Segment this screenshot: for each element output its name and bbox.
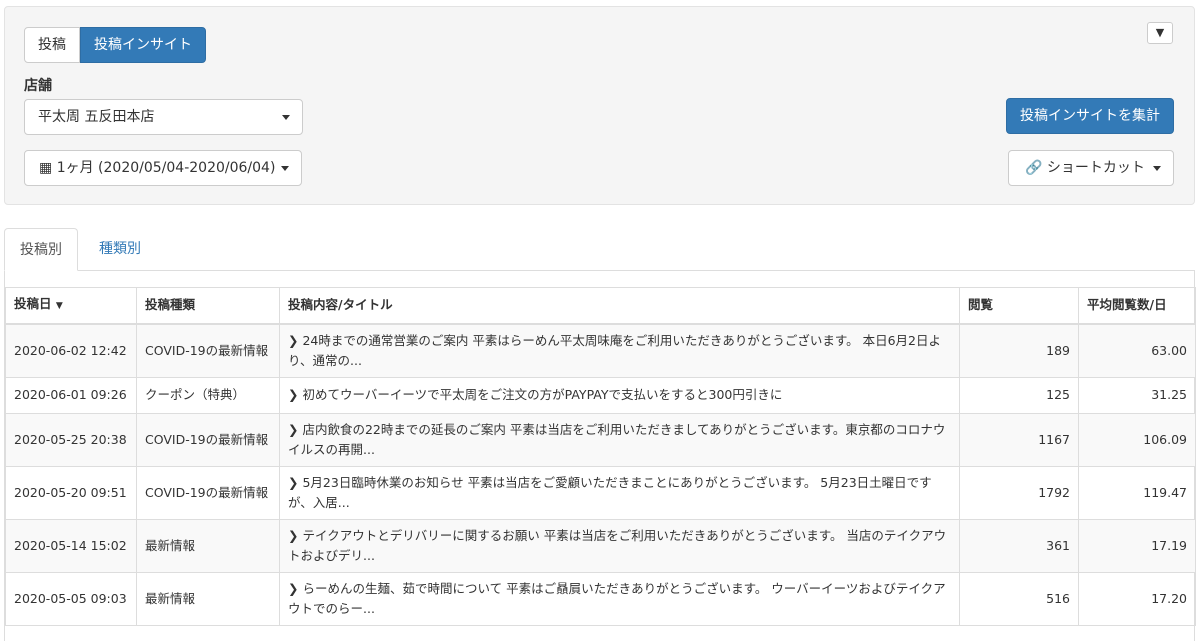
store-value: 平太周 五反田本店 xyxy=(38,109,155,125)
header-avg: 平均閲覧数/日 xyxy=(1078,287,1196,325)
post-type: クーポン（特典） xyxy=(136,376,280,414)
date-range-value: 1ヶ月 (2020/05/04-2020/06/04) xyxy=(56,160,276,176)
avg-views: 119.47 xyxy=(1078,465,1196,520)
avg-views: 31.25 xyxy=(1078,376,1196,414)
avg-views: 63.00 xyxy=(1078,323,1196,378)
views: 1167 xyxy=(959,412,1079,467)
views: 1792 xyxy=(959,465,1079,520)
shortcut-label: ショートカット xyxy=(1046,160,1145,176)
post-date: 2020-05-20 09:51 xyxy=(5,465,137,520)
post-content[interactable]: ❯ テイクアウトとデリバリーに関するお願い 平素は当店をご利用いただきありがとうご… xyxy=(279,518,960,573)
table-row: 2020-05-25 20:38 COVID-19の最新情報 ❯ 店内飲食の22時… xyxy=(5,412,1196,467)
tabs: 投稿別 種類別 xyxy=(4,228,1195,271)
caret-down-icon xyxy=(1153,166,1161,171)
chevron-right-icon: ❯ xyxy=(288,580,299,596)
table-row: 2020-05-14 15:02 最新情報 ❯ テイクアウトとデリバリーに関するお… xyxy=(5,518,1196,573)
post-date: 2020-06-01 09:26 xyxy=(5,376,137,414)
header-date[interactable]: 投稿日 ▼ xyxy=(5,287,137,325)
chevron-right-icon: ❯ xyxy=(288,527,299,543)
post-content[interactable]: ❯ 5月23日臨時休業のお知らせ 平素は当店をご愛顧いただきまことにありがとうござ… xyxy=(279,465,960,520)
post-type: COVID-19の最新情報 xyxy=(136,465,280,520)
views: 361 xyxy=(959,518,1079,573)
aggregate-insights-button[interactable]: 投稿インサイトを集計 xyxy=(1006,98,1174,134)
caret-down-icon xyxy=(281,166,289,171)
post-content[interactable]: ❯ 初めてウーバーイーツで平太周をご注文の方がPAYPAYで支払いをすると300円… xyxy=(279,376,960,414)
post-content[interactable]: ❯ らーめんの生麺、茹で時間について 平素はご贔屓いただきありがとうございます。 … xyxy=(279,571,960,626)
views: 516 xyxy=(959,571,1079,626)
avg-views: 17.20 xyxy=(1078,571,1196,626)
header-content: 投稿内容/タイトル xyxy=(279,287,960,325)
header-views: 閲覧 xyxy=(959,287,1079,325)
caret-down-icon xyxy=(282,115,290,120)
sort-caret-icon: ▼ xyxy=(55,301,63,312)
pin-icon[interactable]: ▼ xyxy=(1147,22,1173,44)
table-row: 2020-06-02 12:42 COVID-19の最新情報 ❯ 24時までの通常… xyxy=(5,323,1196,378)
store-label: 店舗 xyxy=(24,78,52,94)
post-date: 2020-06-02 12:42 xyxy=(5,323,137,378)
post-content[interactable]: ❯ 店内飲食の22時までの延長のご案内 平素は当店をご利用いただきましてありがとう… xyxy=(279,412,960,467)
chevron-right-icon: ❯ xyxy=(288,332,299,348)
views: 189 xyxy=(959,323,1079,378)
shortcut-dropdown[interactable]: 🔗 ショートカット xyxy=(1008,150,1174,186)
mode-toggle: 投稿 投稿インサイト xyxy=(24,27,206,63)
header-type: 投稿種類 xyxy=(136,287,280,325)
post-type: 最新情報 xyxy=(136,518,280,573)
post-date: 2020-05-25 20:38 xyxy=(5,412,137,467)
chevron-right-icon: ❯ xyxy=(288,421,299,437)
post-type: COVID-19の最新情報 xyxy=(136,412,280,467)
table-row: 2020-05-05 09:03 最新情報 ❯ らーめんの生麺、茹で時間について … xyxy=(5,571,1196,626)
insights-table: 投稿日 ▼ 投稿種類 投稿内容/タイトル 閲覧 平均閲覧数/日 2020-06-… xyxy=(5,287,1196,626)
post-type: COVID-19の最新情報 xyxy=(136,323,280,378)
date-range-dropdown[interactable]: ▦ 1ヶ月 (2020/05/04-2020/06/04) xyxy=(24,150,302,186)
table-container: 投稿日 ▼ 投稿種類 投稿内容/タイトル 閲覧 平均閲覧数/日 2020-06-… xyxy=(4,271,1196,641)
store-select[interactable]: 平太周 五反田本店 xyxy=(24,99,303,135)
post-content[interactable]: ❯ 24時までの通常営業のご案内 平素はらーめん平太周味庵をご利用いただきありがと… xyxy=(279,323,960,378)
posts-button[interactable]: 投稿 xyxy=(24,27,80,63)
avg-views: 106.09 xyxy=(1078,412,1196,467)
filter-panel: 投稿 投稿インサイト ▼ 店舗 平太周 五反田本店 ▦ 1ヶ月 (2020/05… xyxy=(4,6,1195,205)
calendar-icon: ▦ xyxy=(39,160,57,176)
post-insights-button[interactable]: 投稿インサイト xyxy=(80,27,206,63)
table-row: 2020-06-01 09:26 クーポン（特典） ❯ 初めてウーバーイーツで平太… xyxy=(5,376,1196,414)
post-date: 2020-05-14 15:02 xyxy=(5,518,137,573)
avg-views: 17.19 xyxy=(1078,518,1196,573)
link-icon: 🔗 xyxy=(1025,160,1047,176)
table-row: 2020-05-20 09:51 COVID-19の最新情報 ❯ 5月23日臨時休… xyxy=(5,465,1196,520)
post-type: 最新情報 xyxy=(136,571,280,626)
chevron-right-icon: ❯ xyxy=(288,387,299,402)
tab-by-post[interactable]: 投稿別 xyxy=(4,228,78,271)
post-date: 2020-05-05 09:03 xyxy=(5,571,137,626)
tab-by-type[interactable]: 種類別 xyxy=(84,228,156,271)
views: 125 xyxy=(959,376,1079,414)
chevron-right-icon: ❯ xyxy=(288,474,299,490)
